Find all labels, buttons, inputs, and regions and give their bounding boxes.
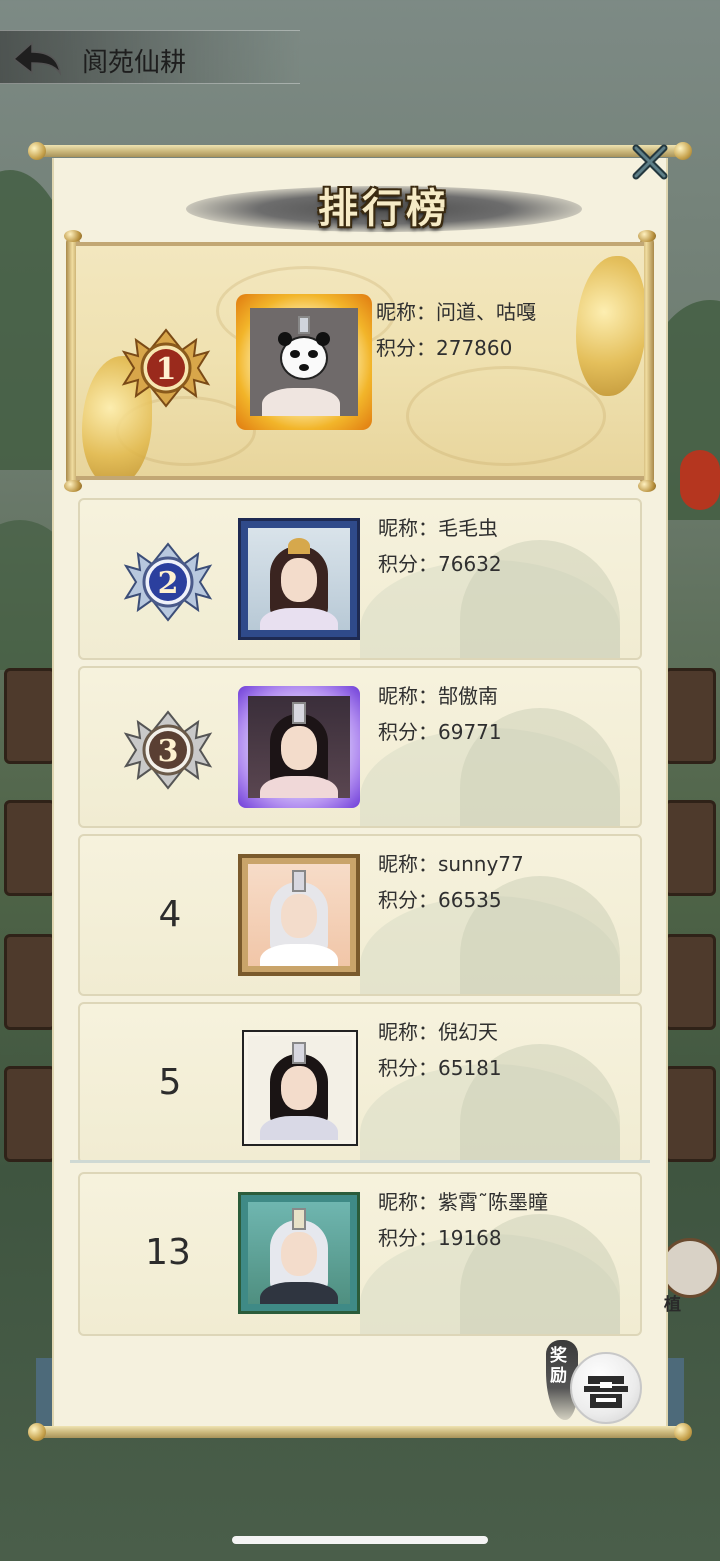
rank-4-score: 66535 — [438, 888, 502, 912]
my-rank-row: 13 昵称：紫霄˜陈墨瞳 积分：19168 — [78, 1172, 642, 1336]
list-item-rank-4: 4 昵称：sunny77 积分：66535 — [78, 834, 642, 996]
rank-1-score: 277860 — [436, 336, 513, 360]
list-divider — [70, 1160, 650, 1163]
dialog-title: 排行榜 — [318, 185, 450, 232]
rank-4-avatar — [238, 854, 360, 976]
rank-3-info: 昵称：郜傲南 积分：69771 — [378, 684, 502, 744]
rod-knob-bottom-left — [28, 1423, 46, 1441]
rank-1-nickname: 问道、咕嘎 — [436, 300, 536, 324]
svg-text:3: 3 — [158, 734, 179, 769]
close-button[interactable] — [630, 142, 670, 182]
rank-5-nickname: 倪幻天 — [438, 1020, 498, 1044]
rank-2-info: 昵称：毛毛虫 积分：76632 — [378, 516, 502, 576]
rank-1-card: 1 昵称：问道、咕嘎 积分：277860 — [76, 242, 644, 480]
svg-text:2: 2 — [158, 566, 179, 601]
rank-4-nickname: sunny77 — [438, 852, 524, 876]
my-info: 昵称：紫霄˜陈墨瞳 积分：19168 — [378, 1190, 548, 1250]
rank-4-number: 4 — [158, 894, 182, 935]
rank-1-medal-icon: 1 — [121, 328, 211, 408]
rank-3-medal-icon: 3 — [123, 710, 213, 790]
list-item-rank-2: 2 昵称：毛毛虫 积分：76632 — [78, 498, 642, 660]
rank-5-info: 昵称：倪幻天 积分：65181 — [378, 1020, 502, 1080]
rank-5-number: 5 — [158, 1062, 182, 1103]
reward-button[interactable]: 奖励 — [544, 1340, 644, 1424]
my-avatar — [238, 1192, 360, 1314]
rank-5-avatar — [242, 1030, 358, 1146]
my-rank-number: 13 — [145, 1232, 191, 1273]
rank-3-score: 69771 — [438, 720, 502, 744]
rod-knob-top-right — [674, 142, 692, 160]
my-nickname: 紫霄˜陈墨瞳 — [438, 1190, 548, 1214]
dialog-title-banner: 排行榜 — [186, 178, 582, 240]
rank-5-score: 65181 — [438, 1056, 502, 1080]
my-score: 19168 — [438, 1226, 502, 1250]
app-title: 阆苑仙耕 — [82, 48, 187, 78]
rank-1-avatar — [236, 294, 372, 430]
scroll-rod-bottom — [34, 1426, 686, 1438]
list-item-rank-3: 3 昵称：郜傲南 积分：69771 — [78, 666, 642, 828]
leaderboard-list[interactable]: 2 昵称：毛毛虫 积分：76632 3 昵称：郜傲南 积分：69771 4 昵称… — [70, 492, 650, 1162]
top-bar: 阆苑仙耕 — [0, 30, 300, 84]
rank-2-nickname: 毛毛虫 — [438, 516, 498, 540]
rank-2-score: 76632 — [438, 552, 502, 576]
rod-knob-top-left — [28, 142, 46, 160]
home-indicator[interactable] — [232, 1536, 488, 1544]
rod-knob-bottom-right — [674, 1423, 692, 1441]
svg-text:1: 1 — [156, 352, 177, 387]
back-button[interactable] — [10, 39, 64, 77]
rank-4-info: 昵称：sunny77 积分：66535 — [378, 852, 524, 912]
close-x-icon — [632, 144, 668, 180]
list-item-rank-5: 5 昵称：倪幻天 积分：65181 — [78, 1002, 642, 1162]
rank-3-avatar — [238, 686, 360, 808]
treasure-chest-icon — [584, 1376, 628, 1408]
phoenix-right-ornament — [576, 256, 644, 396]
side-plant-label: 植 — [664, 1295, 681, 1315]
rank-2-avatar — [238, 518, 360, 640]
back-arrow-icon — [12, 41, 62, 76]
scroll-rod-top — [34, 145, 686, 157]
rank-3-nickname: 郜傲南 — [438, 684, 498, 708]
rank-2-medal-icon: 2 — [123, 542, 213, 622]
rank-1-info: 昵称：问道、咕嘎 积分：277860 — [376, 300, 536, 360]
